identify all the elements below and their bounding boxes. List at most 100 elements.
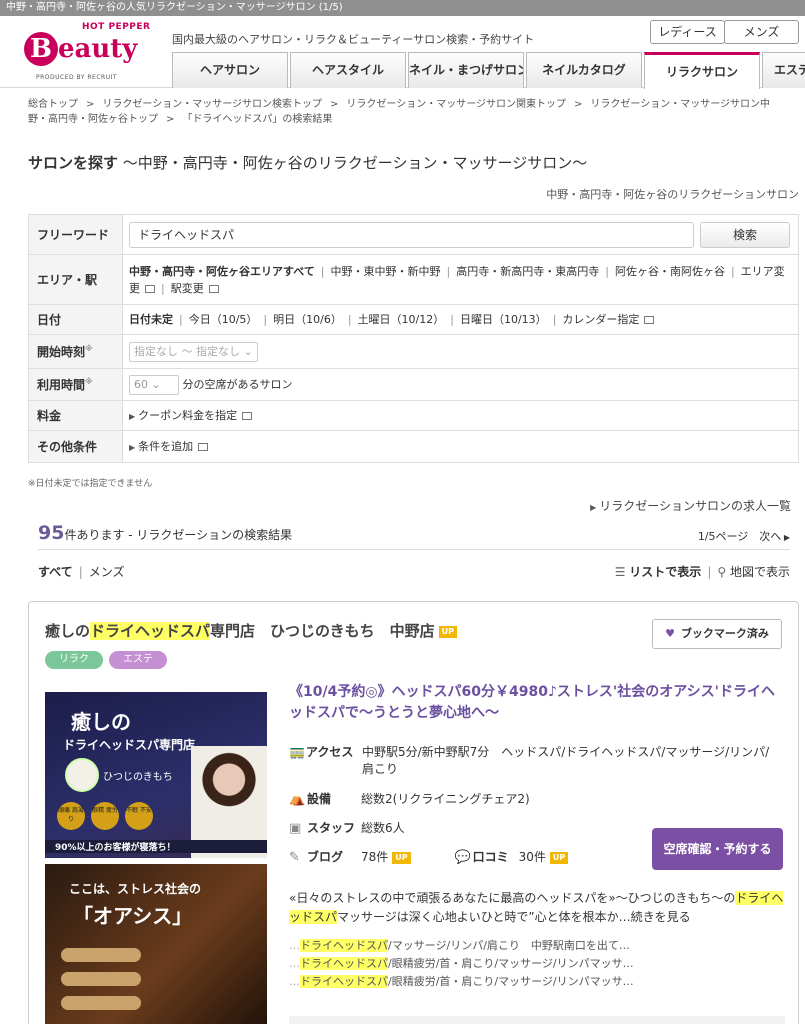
chevron-down-icon: ⌄ xyxy=(151,377,161,391)
nav-tab-relax-salon[interactable]: リラクサロン xyxy=(644,52,760,89)
duration-suffix: 分の空席があるサロン xyxy=(182,377,293,391)
other-conditions-label: その他条件 xyxy=(28,430,123,463)
date-note: ※日付未定では指定できません xyxy=(28,479,153,489)
date-option[interactable]: 日曜日（10/13） xyxy=(460,313,547,326)
gender-switch: レディース メンズ xyxy=(650,20,799,44)
nav-tab-hair-style[interactable]: ヘアスタイル xyxy=(290,52,406,88)
price-label: 料金 xyxy=(28,400,123,431)
coupon-keyword-line[interactable]: …ドライヘッドスパ/マッサージ/リンパ/肩こり 中野駅南口を出て… xyxy=(289,938,785,954)
search-form: フリーワード ドライヘッドスパ 検索 エリア・駅 中野・高円寺・阿佐ヶ谷エリアすべ… xyxy=(28,214,799,463)
salon-sub-image[interactable]: ここは、ストレス社会の 「オアシス」 xyxy=(45,864,267,1024)
tag-esthe: エステ xyxy=(109,651,167,669)
salon-main-image[interactable]: 癒しの ドライヘッドスパ専門店 ひつじのきもち 頭痛 肩凝り 眼精 疲労 不眠 … xyxy=(45,692,267,858)
page-title-sub: ～中野・高円寺・阿佐ヶ谷のリラクゼーション・マッサージサロン～ xyxy=(122,154,588,172)
blog-count[interactable]: 78件 xyxy=(361,850,388,864)
image-circle: 頭痛 肩凝り xyxy=(57,802,85,830)
speech-bubble-icon: 💬 xyxy=(454,850,471,865)
triangle-right-icon: ▶ xyxy=(129,411,136,421)
up-badge: UP xyxy=(392,851,411,864)
window-title-bar: 中野・高円寺・阿佐ヶ谷の人気リラクゼーション・マッサージサロン (1/5) xyxy=(0,0,805,16)
nav-tab-nail-eyelash[interactable]: ネイル・まつげサロン xyxy=(408,52,524,88)
review-count[interactable]: 30件 xyxy=(519,850,546,864)
bookmark-button[interactable]: ♥ ブックマーク済み xyxy=(652,619,782,649)
mens-tab[interactable]: メンズ xyxy=(724,20,799,44)
coupon-keyword-line[interactable]: …ドライヘッドスパ/眼精疲労/首・肩こり/マッサージ/リンパマッサ… xyxy=(289,956,785,972)
ladies-tab[interactable]: レディース xyxy=(650,20,725,44)
area-option[interactable]: 阿佐ヶ谷・南阿佐ヶ谷 xyxy=(615,265,725,278)
freeword-input[interactable]: ドライヘッドスパ xyxy=(129,221,694,248)
access-value: 中野駅5分/新中野駅7分 ヘッドスパ/ドライヘッドスパ/マッサージ/リンパ/肩こ… xyxy=(361,745,770,776)
list-icon: ☰ xyxy=(614,565,626,579)
chair-icon: ⛺ xyxy=(289,792,306,807)
external-window-icon xyxy=(198,442,209,451)
date-option[interactable]: 土曜日（10/12） xyxy=(358,313,445,326)
area-option[interactable]: 高円寺・新高円寺・東高円寺 xyxy=(456,265,599,278)
station-change-link[interactable]: 駅変更 xyxy=(171,282,204,295)
site-logo[interactable]: HOT PEPPER B eauty PRODUCED BY RECRUIT xyxy=(22,22,152,84)
result-count-row: 95件あります - リラクゼーションの検索結果 1/5ページ 次へ ▶ xyxy=(38,522,790,550)
breadcrumb: 総合トップ > リラクゼーション・マッサージサロン検索トップ > リラクゼーション・マッ… xyxy=(28,97,788,127)
up-badge: UP xyxy=(549,851,569,864)
window-title: 中野・高円寺・阿佐ヶ谷の人気リラクゼーション・マッサージサロン (1/5) xyxy=(6,2,343,13)
page-title-main: サロンを探す xyxy=(28,154,119,172)
nav-tab-hair-salon[interactable]: ヘアサロン xyxy=(172,52,288,88)
breadcrumb-separator: > xyxy=(330,99,339,110)
equipment-row: ⛺ 設備 総数2(リクライニングチェア2) xyxy=(289,792,530,807)
image-text-footer: 90%以上のお客様が寝落ち！ xyxy=(45,840,267,853)
external-window-icon xyxy=(242,411,253,420)
reserve-button[interactable]: 空席確認・予約する xyxy=(652,828,783,870)
breadcrumb-link[interactable]: リラクゼーション・マッサージサロン検索トップ xyxy=(102,99,322,110)
calendar-link[interactable]: カレンダー指定 xyxy=(562,313,639,326)
pencil-icon: ✎ xyxy=(289,850,300,865)
image-text-title: 癒しの xyxy=(71,710,131,734)
logo-word: eauty xyxy=(58,34,138,64)
breadcrumb-link[interactable]: リラクゼーション・マッサージサロン関東トップ xyxy=(346,99,566,110)
breadcrumb-separator: > xyxy=(574,99,583,110)
next-page-link[interactable]: 次へ xyxy=(759,530,781,543)
duration-select[interactable]: 60 ⌄ xyxy=(129,374,179,395)
jobs-link[interactable]: ▶ リラクゼーションサロンの求人一覧 xyxy=(590,497,791,514)
date-option[interactable]: 今日（10/5） xyxy=(189,313,258,326)
logo-produced-by: PRODUCED BY RECRUIT xyxy=(36,74,118,81)
add-condition-link[interactable]: 条件を追加 xyxy=(138,440,193,453)
filter-all[interactable]: すべて xyxy=(38,565,73,579)
nav-tab-esthe[interactable]: エステ xyxy=(762,52,805,88)
search-button[interactable]: 検索 xyxy=(700,221,790,248)
date-selected[interactable]: 日付未定 xyxy=(129,313,173,326)
main-nav-tabs: ヘアサロン ヘアスタイル ネイル・まつげサロン ネイルカタログ リラクサロン エ… xyxy=(172,52,805,89)
tag-relax: リラク xyxy=(45,651,103,669)
salon-card: 癒しのドライヘッドスパ専門店 ひつじのきもち 中野店 UP ♥ ブックマーク済み リ… xyxy=(28,601,799,1024)
logo-badge: B xyxy=(24,32,58,66)
salon-tags: リラク エステ xyxy=(45,651,173,669)
page-subtitle-right: 中野・高円寺・阿佐ヶ谷のリラクゼーションサロン xyxy=(546,188,799,201)
coupon-keyword-line[interactable]: …ドライヘッドスパ/眼精疲労/首・肩こり/マッサージ/リンパマッサ… xyxy=(289,974,785,990)
start-time-select[interactable]: 指定なし ～ 指定なし ⌄ xyxy=(129,341,258,362)
image-text-brand: ひつじのきもち xyxy=(103,772,173,783)
area-option[interactable]: 中野・東中野・新中野 xyxy=(331,265,441,278)
breadcrumb-link[interactable]: 総合トップ xyxy=(28,99,78,110)
map-view-link[interactable]: 地図で表示 xyxy=(730,565,790,579)
date-option[interactable]: 明日（10/6） xyxy=(273,313,342,326)
area-label: エリア・駅 xyxy=(28,254,123,305)
area-selected[interactable]: 中野・高円寺・阿佐ヶ谷エリアすべて xyxy=(129,265,315,278)
coupon-price-link[interactable]: クーポン料金を指定 xyxy=(138,409,237,422)
salon-name[interactable]: 癒しのドライヘッドスパ専門店 ひつじのきもち 中野店 UP xyxy=(45,620,457,641)
chevron-down-icon: ⌄ xyxy=(243,344,253,358)
salon-catchcopy[interactable]: 《10/4予約◎》ヘッドスパ60分￥4980♪ストレス'社会のオアシス'ドライヘ… xyxy=(289,682,785,724)
date-label: 日付 xyxy=(28,304,123,335)
staff-value: 総数6人 xyxy=(361,821,405,835)
sheep-logo-icon xyxy=(65,758,99,792)
filter-mens[interactable]: メンズ xyxy=(89,565,125,579)
external-window-icon xyxy=(145,284,155,293)
nav-tab-nail-catalog[interactable]: ネイルカタログ xyxy=(526,52,642,88)
up-badge: UP xyxy=(438,625,457,638)
coupon-preview-bar[interactable] xyxy=(289,1016,785,1024)
heart-icon: ♥ xyxy=(665,627,675,640)
page-title: サロンを探す ～中野・高円寺・阿佐ヶ谷のリラクゼーション・マッサージサロン～ xyxy=(28,152,587,173)
result-count: 95 xyxy=(38,522,65,544)
start-time-label: 開始時刻※ xyxy=(28,334,123,369)
list-view-link[interactable]: リストで表示 xyxy=(629,565,701,579)
logo-hotpepper-text: HOT PEPPER xyxy=(82,22,151,32)
breadcrumb-separator: > xyxy=(166,114,175,125)
image2-pill xyxy=(61,948,141,962)
